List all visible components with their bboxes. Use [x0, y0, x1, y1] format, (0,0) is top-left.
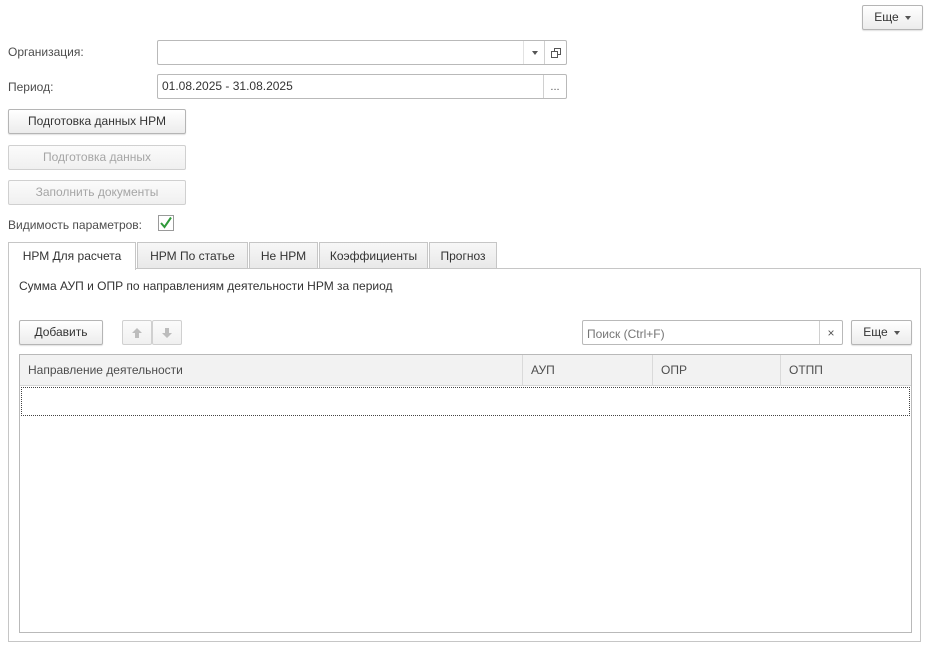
tab-coefficients[interactable]: Коэффициенты — [319, 242, 428, 269]
panel-caption: Сумма АУП и ОПР по направлениям деятельн… — [19, 279, 393, 293]
arrow-up-icon — [132, 327, 142, 338]
period-label: Период: — [8, 80, 54, 94]
period-select-button[interactable]: ... — [543, 75, 566, 98]
data-table: Направление деятельности АУП ОПР ОТПП — [19, 354, 912, 633]
move-up-button[interactable] — [122, 320, 152, 345]
column-header-direction[interactable]: Направление деятельности — [20, 355, 523, 385]
fill-documents-button[interactable]: Заполнить документы — [8, 180, 186, 205]
search-field: × — [582, 320, 843, 345]
visibility-checkbox[interactable] — [158, 215, 174, 231]
ellipsis-icon: ... — [550, 80, 560, 93]
column-header-aup[interactable]: АУП — [523, 355, 653, 385]
add-button[interactable]: Добавить — [19, 320, 103, 345]
visibility-label: Видимость параметров: — [8, 218, 143, 232]
organization-dropdown-button[interactable] — [523, 41, 545, 64]
organization-open-button[interactable] — [544, 41, 566, 64]
arrow-down-icon — [162, 327, 172, 338]
dropdown-arrow-icon — [904, 15, 911, 20]
dropdown-arrow-icon — [893, 330, 900, 335]
chevron-down-icon — [531, 50, 538, 55]
period-field[interactable]: 01.08.2025 - 31.08.2025 ... — [157, 74, 567, 99]
tab-not-nrm[interactable]: Не НРМ — [249, 242, 318, 269]
top-more-button[interactable]: Еще — [862, 5, 923, 30]
period-value: 01.08.2025 - 31.08.2025 — [162, 79, 293, 93]
search-clear-button[interactable]: × — [819, 321, 842, 344]
column-header-otpp[interactable]: ОТПП — [781, 355, 911, 385]
top-more-label: Еще — [874, 10, 899, 24]
panel-more-label: Еще — [863, 325, 888, 339]
tab-nrm-by-article[interactable]: НРМ По статье — [137, 242, 248, 269]
close-icon: × — [827, 325, 835, 340]
panel-more-button[interactable]: Еще — [851, 320, 912, 345]
organization-label: Организация: — [8, 45, 84, 59]
tab-forecast[interactable]: Прогноз — [429, 242, 497, 269]
table-header: Направление деятельности АУП ОПР ОТПП — [20, 355, 911, 386]
prepare-data-button[interactable]: Подготовка данных — [8, 145, 186, 170]
organization-field[interactable] — [157, 40, 567, 65]
open-window-icon — [550, 47, 561, 58]
tab-nrm-for-calc[interactable]: НРМ Для расчета — [8, 242, 136, 270]
search-input[interactable] — [585, 323, 821, 344]
column-header-opr[interactable]: ОПР — [653, 355, 781, 385]
table-row[interactable] — [21, 387, 910, 416]
move-down-button[interactable] — [152, 320, 182, 345]
checkmark-icon — [158, 215, 174, 231]
prepare-nrm-button[interactable]: Подготовка данных НРМ — [8, 109, 186, 134]
